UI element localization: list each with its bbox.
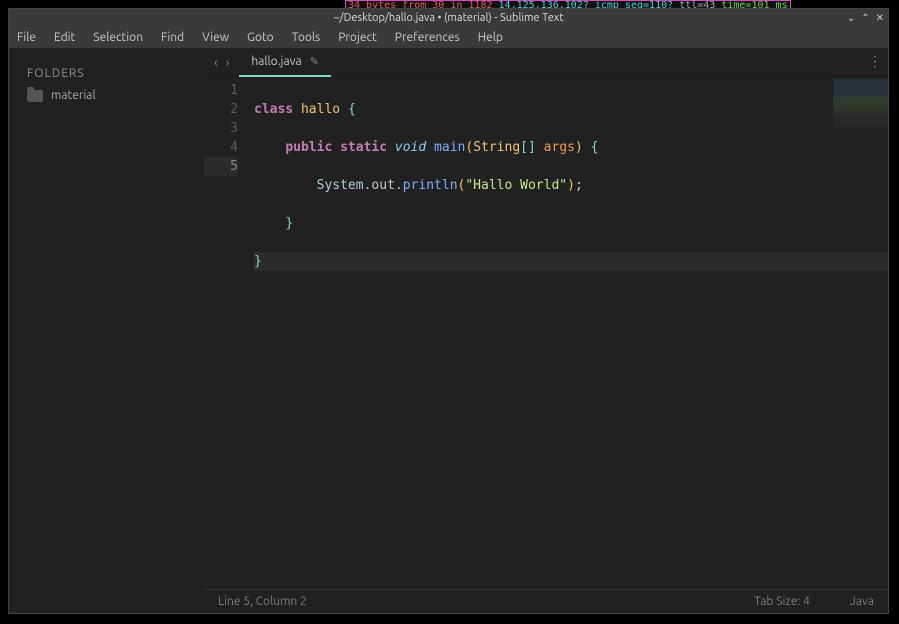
- minimap[interactable]: [833, 79, 888, 127]
- app-window: ~/Desktop/hallo.java • (material) - Subl…: [8, 8, 889, 614]
- line-number: 1: [204, 81, 238, 100]
- menu-project[interactable]: Project: [338, 31, 377, 44]
- nav-forward-icon[interactable]: ›: [226, 56, 230, 70]
- nav-back-icon[interactable]: ‹: [214, 56, 218, 70]
- line-number: 4: [204, 138, 238, 157]
- menu-goto[interactable]: Goto: [247, 31, 274, 44]
- menu-view[interactable]: View: [202, 31, 229, 44]
- status-language[interactable]: Java: [850, 595, 874, 608]
- window-title: ~/Desktop/hallo.java • (material) - Subl…: [333, 12, 563, 24]
- editor[interactable]: 1 2 3 4 5 class hallo { public static vo…: [204, 77, 888, 589]
- code-line: System.out.println("Hallo World");: [254, 176, 888, 195]
- window-maximize-icon[interactable]: ⌃: [861, 12, 869, 24]
- code-line: class hallo {: [254, 100, 888, 119]
- window-minimize-icon[interactable]: ⌄: [847, 12, 855, 24]
- menu-selection[interactable]: Selection: [93, 31, 143, 44]
- window-close-icon[interactable]: ✕: [876, 12, 884, 24]
- code-line: public static void main(String[] args) {: [254, 138, 888, 157]
- tab-bar: ‹ › hallo.java ✎ ⋮: [204, 49, 888, 77]
- menu-file[interactable]: File: [17, 31, 36, 44]
- titlebar[interactable]: ~/Desktop/hallo.java • (material) - Subl…: [9, 9, 888, 27]
- folder-label: material: [51, 89, 96, 102]
- status-bar: Line 5, Column 2 Tab Size: 4 Java: [204, 589, 888, 613]
- line-number: 3: [204, 119, 238, 138]
- line-number-current: 5: [204, 157, 238, 176]
- sidebar: FOLDERS material: [9, 49, 204, 613]
- code-line: }: [254, 214, 888, 233]
- tab-label: hallo.java: [251, 55, 301, 68]
- code-content[interactable]: class hallo { public static void main(St…: [250, 77, 888, 589]
- tab-hallo-java[interactable]: hallo.java ✎: [239, 49, 331, 77]
- menu-edit[interactable]: Edit: [54, 31, 75, 44]
- code-line-current: }: [254, 252, 888, 271]
- menu-help[interactable]: Help: [478, 31, 503, 44]
- folder-icon: [27, 90, 43, 102]
- sidebar-heading: FOLDERS: [9, 67, 204, 86]
- status-cursor-pos[interactable]: Line 5, Column 2: [218, 595, 307, 608]
- menu-tools[interactable]: Tools: [292, 31, 321, 44]
- menu-preferences[interactable]: Preferences: [395, 31, 460, 44]
- line-gutter: 1 2 3 4 5: [204, 77, 250, 589]
- menu-find[interactable]: Find: [161, 31, 184, 44]
- line-number: 2: [204, 100, 238, 119]
- modified-icon: ✎: [310, 55, 319, 68]
- editor-area: ‹ › hallo.java ✎ ⋮ 1 2 3 4 5 class hallo…: [204, 49, 888, 613]
- more-menu-icon[interactable]: ⋮: [868, 53, 880, 70]
- status-tab-size[interactable]: Tab Size: 4: [754, 595, 810, 608]
- menubar: File Edit Selection Find View Goto Tools…: [9, 27, 888, 49]
- folder-item-material[interactable]: material: [9, 86, 204, 105]
